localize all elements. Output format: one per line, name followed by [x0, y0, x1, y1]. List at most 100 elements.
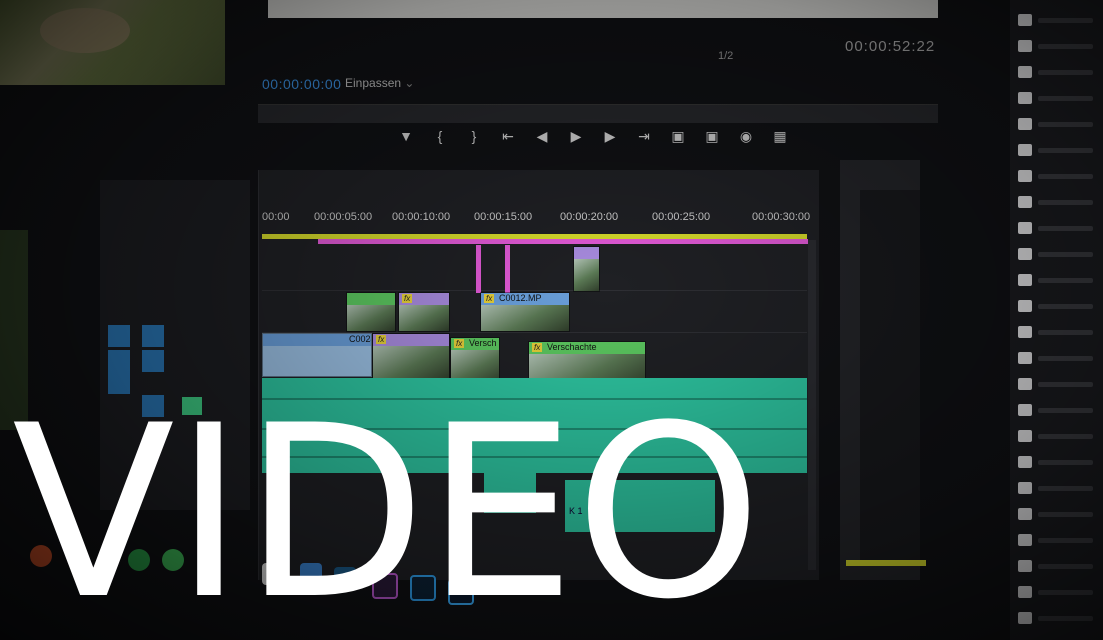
- browser-item[interactable]: [1018, 456, 1098, 470]
- browser-item[interactable]: [1018, 560, 1098, 574]
- sequence-icon: [1018, 456, 1032, 468]
- fx-badge: fx: [454, 339, 465, 348]
- ruler-tick: 00:00: [262, 211, 290, 223]
- source-monitor-preview: [0, 0, 225, 85]
- lift-icon[interactable]: ▣: [668, 128, 688, 145]
- browser-item[interactable]: [1018, 534, 1098, 548]
- mark-out-icon[interactable]: }: [464, 128, 484, 145]
- browser-item[interactable]: [1018, 378, 1098, 392]
- browser-item[interactable]: [1018, 144, 1098, 158]
- track-target-v2[interactable]: [108, 325, 130, 347]
- browser-item-name: [1038, 304, 1093, 309]
- photo-scene: 00:00:00:00 Einpassen 1/2 00:00:52:22 ▼ …: [0, 0, 1103, 640]
- browser-item-name: [1038, 538, 1093, 543]
- go-to-out-icon[interactable]: ⇥: [634, 128, 654, 145]
- video-clip[interactable]: fx: [372, 333, 450, 381]
- clip-header: [574, 247, 599, 259]
- browser-item[interactable]: [1018, 482, 1098, 496]
- browser-item[interactable]: [1018, 222, 1098, 236]
- video-clip[interactable]: C0024: [262, 333, 372, 377]
- ruler-tick: 00:00:25:00: [652, 211, 711, 223]
- marker-pink[interactable]: [476, 245, 481, 293]
- browser-item[interactable]: [1018, 66, 1098, 80]
- browser-item[interactable]: [1018, 92, 1098, 106]
- step-back-icon[interactable]: ◀: [532, 128, 552, 145]
- marker-pink[interactable]: [505, 245, 510, 293]
- resolution-dropdown[interactable]: 1/2: [718, 50, 733, 62]
- clip-header: fx C0012.MP: [481, 293, 569, 305]
- clip-thumbnail: [347, 305, 395, 331]
- sequence-icon: [1018, 326, 1032, 338]
- sequence-icon: [1018, 222, 1032, 234]
- fit-dropdown[interactable]: Einpassen: [345, 76, 414, 90]
- track-source-v1[interactable]: [142, 350, 164, 372]
- clip-header: fx Verschachte: [529, 342, 645, 354]
- go-to-in-icon[interactable]: ⇤: [498, 128, 518, 145]
- sequence-icon: [1018, 40, 1032, 52]
- browser-item-name: [1038, 460, 1093, 465]
- browser-item-name: [1038, 564, 1093, 569]
- video-clip[interactable]: [346, 292, 396, 332]
- clip-label: Versch: [469, 338, 497, 348]
- preview-image-detail: [40, 8, 130, 53]
- track-source-v2[interactable]: [142, 325, 164, 347]
- extract-icon[interactable]: ▣: [702, 128, 722, 145]
- step-forward-icon[interactable]: ▶: [600, 128, 620, 145]
- video-clip[interactable]: fx: [398, 292, 450, 332]
- program-monitor-preview: [268, 0, 938, 18]
- fx-badge: fx: [402, 294, 413, 303]
- browser-item[interactable]: [1018, 196, 1098, 210]
- browser-item-name: [1038, 252, 1093, 257]
- ruler-tick: 00:00:30:00: [752, 211, 811, 223]
- ruler-tick: 00:00:05:00: [314, 211, 373, 223]
- browser-item[interactable]: [1018, 612, 1098, 626]
- playhead-timecode[interactable]: 00:00:00:00: [262, 76, 341, 92]
- browser-item-name: [1038, 226, 1093, 231]
- browser-item-name: [1038, 590, 1093, 595]
- timeline-scrollbar[interactable]: [808, 240, 816, 570]
- browser-item-name: [1038, 96, 1093, 101]
- track-divider: [262, 290, 807, 291]
- browser-item[interactable]: [1018, 170, 1098, 184]
- fx-badge: fx: [532, 343, 543, 352]
- video-clip[interactable]: fx C0012.MP: [480, 292, 570, 332]
- clip-label: C0012.MP: [499, 293, 542, 303]
- clip-thumbnail: [399, 305, 449, 331]
- clip-thumbnail: [574, 259, 599, 291]
- browser-item[interactable]: [1018, 404, 1098, 418]
- clip-label: C0024: [349, 334, 371, 344]
- play-icon[interactable]: ▶: [566, 128, 586, 145]
- timeline-ruler[interactable]: 00:00 00:00:05:00 00:00:10:00 00:00:15:0…: [262, 206, 812, 232]
- browser-item[interactable]: [1018, 352, 1098, 366]
- browser-item[interactable]: [1018, 508, 1098, 522]
- ruler-tick: 00:00:15:00: [474, 211, 533, 223]
- browser-item[interactable]: [1018, 300, 1098, 314]
- track-target-v1[interactable]: [108, 350, 130, 372]
- browser-item-name: [1038, 512, 1093, 517]
- overlay-title: VIDEO: [12, 375, 762, 640]
- browser-item[interactable]: [1018, 586, 1098, 600]
- program-scrubber[interactable]: [258, 104, 938, 123]
- camera-icon[interactable]: ◉: [736, 128, 756, 145]
- sequence-icon: [1018, 144, 1032, 156]
- fx-badge: fx: [484, 294, 495, 303]
- sequence-icon: [1018, 14, 1032, 26]
- video-clip[interactable]: [573, 246, 600, 292]
- browser-item[interactable]: [1018, 430, 1098, 444]
- browser-item[interactable]: [1018, 14, 1098, 28]
- browser-item[interactable]: [1018, 274, 1098, 288]
- marker-icon[interactable]: ▼: [396, 128, 416, 145]
- browser-item[interactable]: [1018, 326, 1098, 340]
- sequence-icon: [1018, 430, 1032, 442]
- render-bar: [318, 239, 808, 244]
- browser-item[interactable]: [1018, 118, 1098, 132]
- browser-item[interactable]: [1018, 40, 1098, 54]
- mark-in-icon[interactable]: {: [430, 128, 450, 145]
- browser-item-name: [1038, 382, 1093, 387]
- fx-badge: fx: [376, 335, 387, 344]
- browser-item-name: [1038, 434, 1093, 439]
- browser-item[interactable]: [1018, 248, 1098, 262]
- ruler-tick: 00:00:20:00: [560, 211, 619, 223]
- compare-icon[interactable]: ▦: [770, 128, 790, 145]
- browser-item-name: [1038, 408, 1093, 413]
